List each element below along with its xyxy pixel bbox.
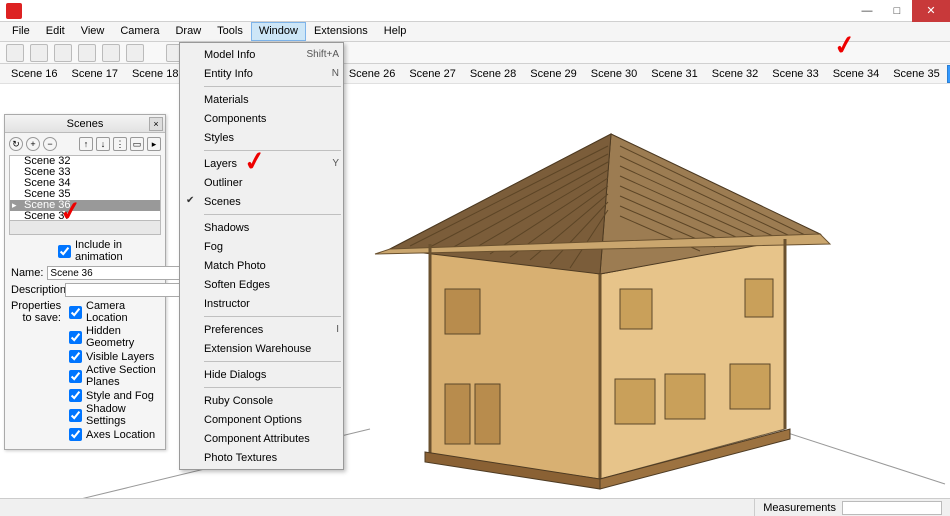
prop-active-section-planes-checkbox[interactable] <box>69 370 82 383</box>
include-in-animation-checkbox[interactable] <box>58 245 71 258</box>
scene-menu-icon[interactable]: ▸ <box>147 137 161 151</box>
scene-tab[interactable]: Scene 17 <box>64 65 124 83</box>
menu-item-shadows[interactable]: Shadows <box>180 218 343 237</box>
scene-move-down-icon[interactable]: ↓ <box>96 137 110 151</box>
scene-tab[interactable]: Scene 28 <box>463 65 523 83</box>
to-save-label: to save: <box>22 312 61 324</box>
scenes-panel-title: Scenes <box>67 118 104 130</box>
scene-add-icon[interactable]: + <box>26 137 40 151</box>
scene-properties: Include in animation Name: Description: … <box>5 235 165 449</box>
scene-tab[interactable]: Scene 32 <box>705 65 765 83</box>
measurements-label: Measurements <box>763 502 836 514</box>
menu-item-scenes[interactable]: ✔Scenes <box>180 192 343 211</box>
menu-item-styles[interactable]: Styles <box>180 128 343 147</box>
menu-item-entity-info[interactable]: Entity InfoN <box>180 64 343 83</box>
scenes-panel-close-icon[interactable]: × <box>149 117 163 131</box>
maximize-button[interactable]: □ <box>882 0 912 22</box>
menu-item-ruby-console[interactable]: Ruby Console <box>180 391 343 410</box>
prop-axes-location-checkbox[interactable] <box>69 428 82 441</box>
menu-item-soften-edges[interactable]: Soften Edges <box>180 275 343 294</box>
scene-remove-icon[interactable]: − <box>43 137 57 151</box>
app-icon <box>6 3 22 19</box>
menu-item-hide-dialogs[interactable]: Hide Dialogs <box>180 365 343 384</box>
properties-label: Properties <box>11 300 61 312</box>
scene-tab[interactable]: Scene 34 <box>826 65 886 83</box>
menu-item-model-info[interactable]: Model InfoShift+A <box>180 45 343 64</box>
scene-tab[interactable]: Scene 16 <box>4 65 64 83</box>
prop-visible-layers-checkbox[interactable] <box>69 350 82 363</box>
include-in-animation-label: Include in animation <box>75 239 159 263</box>
menu-item-extension-warehouse[interactable]: Extension Warehouse <box>180 339 343 358</box>
menu-item-fog[interactable]: Fog <box>180 237 343 256</box>
check-icon: ✔ <box>186 195 194 206</box>
scenes-panel-header[interactable]: Scenes × <box>5 115 165 133</box>
menu-window[interactable]: Window <box>251 22 306 41</box>
scene-tabs: Scene 16 Scene 17 Scene 18 Scene 19 e 24… <box>0 64 950 84</box>
toolbar <box>0 42 950 64</box>
menu-item-component-options[interactable]: Component Options <box>180 410 343 429</box>
scene-tab[interactable]: Scene 33 <box>765 65 825 83</box>
menu-camera[interactable]: Camera <box>112 22 167 41</box>
window-controls: — □ ✕ <box>852 0 950 22</box>
menu-draw[interactable]: Draw <box>167 22 209 41</box>
tool-camera-back-icon[interactable] <box>126 44 144 62</box>
minimize-button[interactable]: — <box>852 0 882 22</box>
menu-item-match-photo[interactable]: Match Photo <box>180 256 343 275</box>
scene-tab[interactable]: Scene 30 <box>584 65 644 83</box>
menu-item-preferences[interactable]: PreferencesI <box>180 320 343 339</box>
scene-tab[interactable]: Scene 26 <box>342 65 402 83</box>
menu-extensions[interactable]: Extensions <box>306 22 376 41</box>
scene-list-icon[interactable]: ▭ <box>130 137 144 151</box>
menu-item-photo-textures[interactable]: Photo Textures <box>180 448 343 467</box>
scene-tab[interactable]: Scene 29 <box>523 65 583 83</box>
menu-edit[interactable]: Edit <box>38 22 73 41</box>
current-scene-icon: ▸ <box>12 200 17 211</box>
tool-camera-standard-icon[interactable] <box>6 44 24 62</box>
scenes-list-scrollbar[interactable] <box>9 221 161 235</box>
close-button[interactable]: ✕ <box>912 0 950 22</box>
tool-camera-front-icon[interactable] <box>78 44 96 62</box>
name-label: Name: <box>11 267 43 279</box>
menu-bar: File Edit View Camera Draw Tools Window … <box>0 22 950 42</box>
scene-move-up-icon[interactable]: ↑ <box>79 137 93 151</box>
prop-hidden-geometry-checkbox[interactable] <box>69 331 82 344</box>
prop-camera-location-checkbox[interactable] <box>69 306 82 319</box>
scenes-list[interactable]: Scene 32 Scene 33 Scene 34 Scene 35 ▸Sce… <box>9 155 161 221</box>
menu-tools[interactable]: Tools <box>209 22 251 41</box>
scene-name-input[interactable] <box>47 266 185 280</box>
window-menu-dropdown: Model InfoShift+A Entity InfoN Materials… <box>179 42 344 470</box>
prop-shadow-settings-checkbox[interactable] <box>69 409 82 422</box>
status-bar: Measurements <box>0 498 950 516</box>
list-item[interactable]: Scene 37 <box>10 211 160 221</box>
menu-help[interactable]: Help <box>376 22 415 41</box>
measurements-box: Measurements <box>754 499 950 516</box>
tool-camera-top-icon[interactable] <box>54 44 72 62</box>
menu-view[interactable]: View <box>73 22 113 41</box>
menu-file[interactable]: File <box>4 22 38 41</box>
menu-item-layers[interactable]: LayersY <box>180 154 343 173</box>
menu-item-outliner[interactable]: Outliner <box>180 173 343 192</box>
scene-tab[interactable]: Scene 31 <box>644 65 704 83</box>
tool-camera-right-icon[interactable] <box>102 44 120 62</box>
title-bar: — □ ✕ <box>0 0 950 22</box>
menu-item-instructor[interactable]: Instructor <box>180 294 343 313</box>
scene-tab[interactable]: Scene 35 <box>886 65 946 83</box>
prop-style-and-fog-checkbox[interactable] <box>69 389 82 402</box>
menu-item-components[interactable]: Components <box>180 109 343 128</box>
scene-view-icon[interactable]: ⋮ <box>113 137 127 151</box>
scenes-panel-toolbar: ↻ + − ↑ ↓ ⋮ ▭ ▸ <box>5 133 165 155</box>
tool-camera-iso-icon[interactable] <box>30 44 48 62</box>
menu-item-materials[interactable]: Materials <box>180 90 343 109</box>
description-label: Description: <box>11 284 61 296</box>
scenes-panel: Scenes × ↻ + − ↑ ↓ ⋮ ▭ ▸ Scene 32 Scene … <box>4 114 166 450</box>
menu-item-component-attributes[interactable]: Component Attributes <box>180 429 343 448</box>
scene-tab[interactable]: Scene 18 <box>125 65 185 83</box>
scene-update-icon[interactable]: ↻ <box>9 137 23 151</box>
scene-tab[interactable]: Scene 27 <box>402 65 462 83</box>
measurements-input[interactable] <box>842 501 942 515</box>
